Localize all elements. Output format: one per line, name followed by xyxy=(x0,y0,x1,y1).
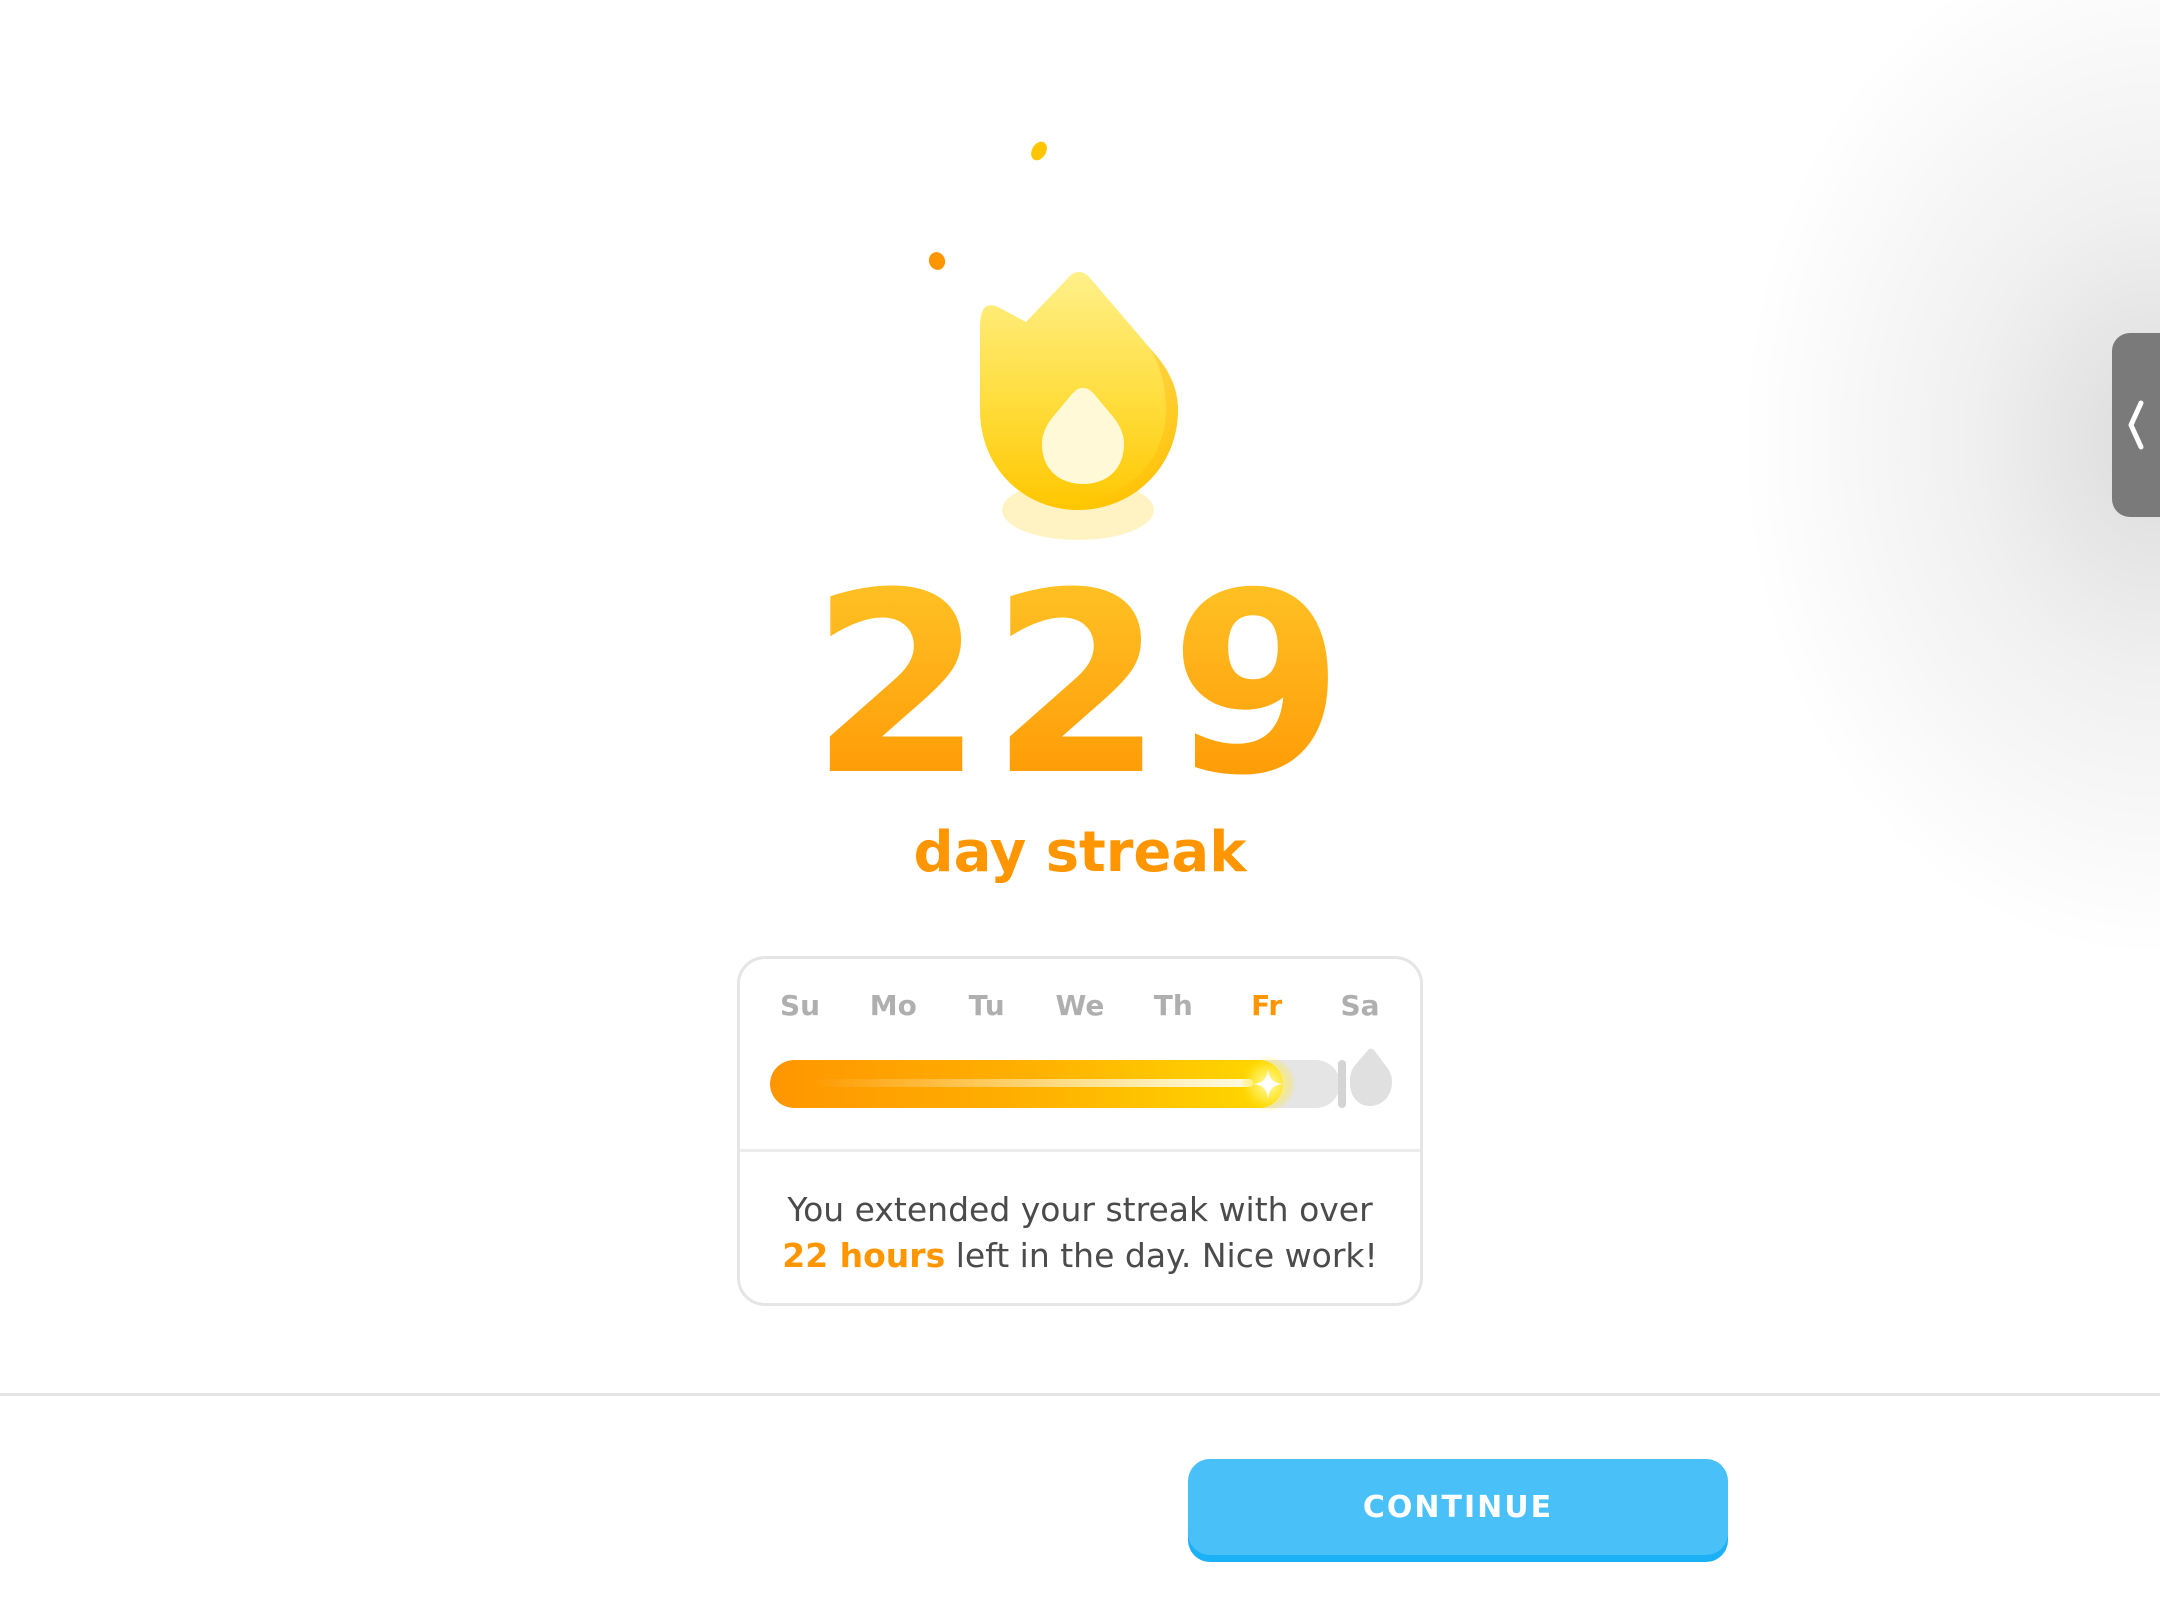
continue-button[interactable]: CONTINUE xyxy=(1188,1459,1728,1555)
side-panel-handle[interactable] xyxy=(2112,333,2160,517)
weekday-tu: Tu xyxy=(968,989,1005,1022)
weekday-su: Su xyxy=(779,989,821,1022)
ember-dot xyxy=(928,252,946,270)
streak-count: 229 xyxy=(0,560,2160,810)
weekday-th: Th xyxy=(1153,989,1193,1022)
gray-flame-icon xyxy=(1338,1048,1392,1108)
message-suffix: left in the day. Nice work! xyxy=(955,1236,1378,1275)
progress-shine xyxy=(810,1079,1253,1087)
streak-celebration-screen: 229 day streak Su Mo Tu We Th Fr Sa You … xyxy=(0,0,2160,1620)
message-prefix: You extended your streak with over xyxy=(787,1190,1373,1229)
weekday-row: Su Mo Tu We Th Fr Sa xyxy=(770,989,1390,1029)
weekday-fr: Fr xyxy=(1251,989,1283,1022)
streak-flame-icon xyxy=(928,141,1178,540)
footer-divider xyxy=(0,1393,2160,1396)
hours-left-highlight: 22 hours xyxy=(782,1236,946,1275)
weekday-mo: Mo xyxy=(869,989,917,1022)
sparkle-icon xyxy=(1240,1056,1296,1112)
ember-dot xyxy=(1031,141,1047,161)
chevron-left-icon xyxy=(2128,400,2144,450)
streak-label: day streak xyxy=(913,820,1247,885)
weekday-we: We xyxy=(1055,989,1105,1022)
week-progress-card: Su Mo Tu We Th Fr Sa You extended your streak … xyxy=(737,956,1423,1306)
card-divider xyxy=(740,1149,1420,1152)
streak-message: You extended your streak with over 22 ho… xyxy=(760,1187,1400,1279)
weekday-sa: Sa xyxy=(1340,989,1380,1022)
